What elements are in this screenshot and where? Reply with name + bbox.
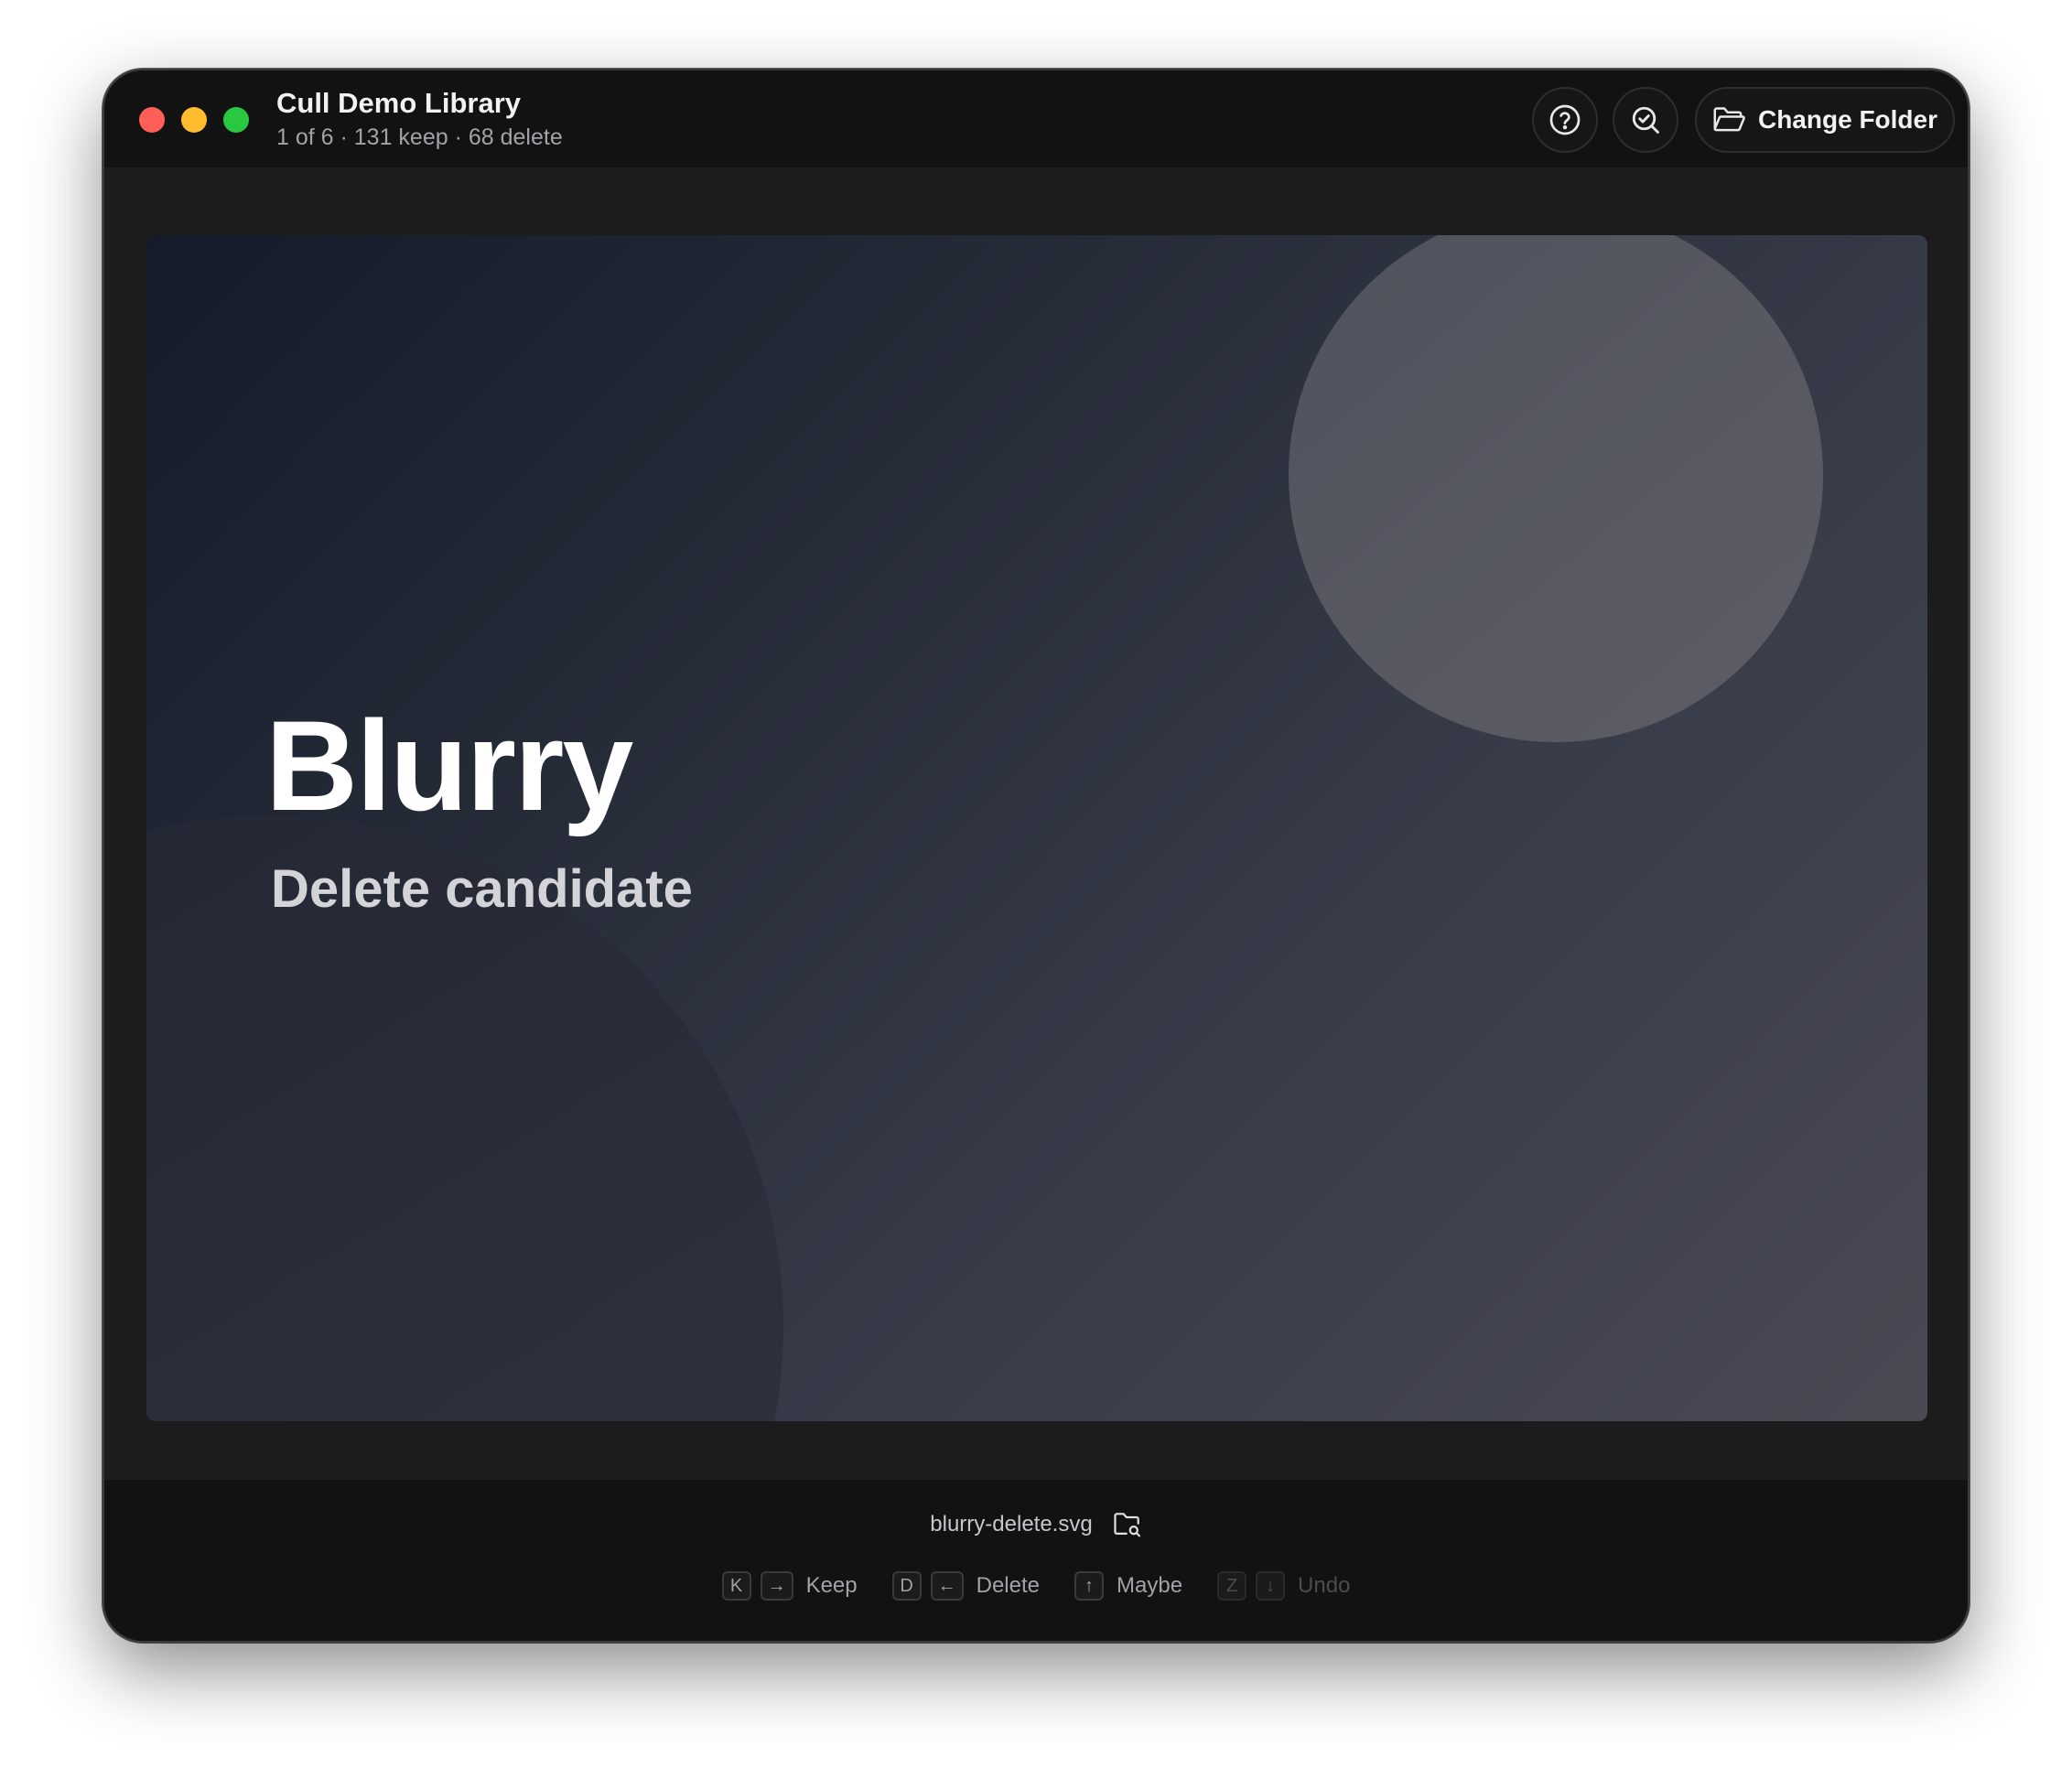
photo-title: Blurry	[265, 694, 633, 837]
photo-preview[interactable]: Blurry Delete candidate	[146, 235, 1927, 1421]
title-block: Cull Demo Library 1 of 6 · 131 keep · 68…	[276, 85, 563, 153]
search-check-icon	[1632, 106, 1659, 134]
shortcut-key: K	[721, 1571, 751, 1601]
shortcut-label: Undo	[1298, 1573, 1351, 1598]
shortcut-delete[interactable]: D ← Delete	[891, 1571, 1040, 1601]
shortcut-keep[interactable]: K → Keep	[721, 1571, 858, 1601]
shortcut-key: →	[760, 1571, 793, 1601]
decorative-circle	[1289, 235, 1823, 742]
folder-open-icon	[1713, 107, 1745, 132]
library-title: Cull Demo Library	[276, 87, 521, 119]
shortcut-label: Maybe	[1117, 1573, 1183, 1598]
shortcut-key: ←	[930, 1571, 964, 1601]
library-progress: 1 of 6 · 131 keep · 68 delete	[276, 124, 563, 150]
help-button[interactable]	[1532, 87, 1598, 153]
review-button[interactable]	[1613, 87, 1678, 153]
maximize-window-button[interactable]	[223, 107, 249, 133]
shortcut-label: Keep	[805, 1573, 858, 1598]
file-name: blurry-delete.svg	[930, 1512, 1093, 1536]
minimize-window-button[interactable]	[181, 107, 207, 133]
change-folder-button[interactable]: Change Folder	[1695, 87, 1955, 153]
change-folder-label: Change Folder	[1757, 105, 1937, 134]
shortcut-maybe[interactable]: ↑ Maybe	[1074, 1571, 1182, 1601]
shortcut-key: Z	[1217, 1571, 1247, 1601]
photo-subtitle: Delete candidate	[271, 859, 693, 919]
shortcut-label: Delete	[976, 1573, 1040, 1598]
filename-row: blurry-delete.svg	[104, 1511, 1968, 1538]
shortcut-key: ↑	[1074, 1571, 1104, 1601]
shortcut-key: ↓	[1256, 1571, 1286, 1601]
close-window-button[interactable]	[139, 107, 165, 133]
title-bar: Cull Demo Library 1 of 6 · 131 keep · 68…	[104, 70, 1968, 167]
shortcut-key: D	[891, 1571, 922, 1601]
folder-search-icon[interactable]	[1113, 1511, 1142, 1538]
shortcut-hints: K → Keep D ← Delete ↑ Maybe Z ↓ Undo	[104, 1571, 1968, 1601]
bottom-bar: blurry-delete.svg K → Keep D ← Delete ↑ …	[104, 1480, 1968, 1641]
shortcut-undo[interactable]: Z ↓ Undo	[1217, 1571, 1350, 1601]
app-window: Cull Demo Library 1 of 6 · 131 keep · 68…	[103, 69, 1969, 1643]
question-circle-icon	[1549, 104, 1581, 135]
